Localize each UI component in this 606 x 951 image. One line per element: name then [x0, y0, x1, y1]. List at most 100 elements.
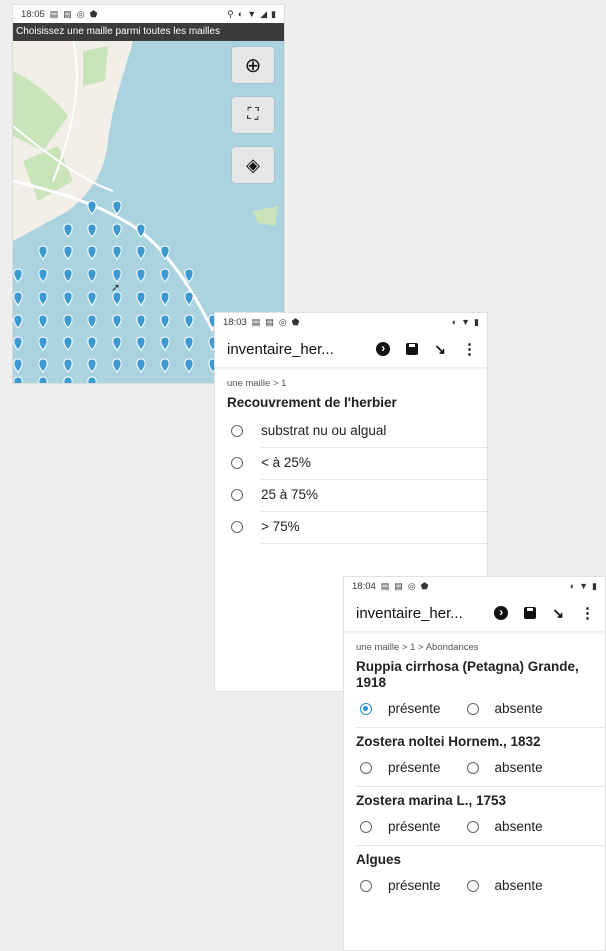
app-bar: inventaire_her... › ↘ ⋮ — [344, 595, 605, 632]
park-area — [83, 46, 108, 86]
overflow-menu-icon[interactable]: ⋮ — [462, 340, 477, 358]
map-marker[interactable] — [38, 376, 48, 383]
battery-icon: ▮ — [474, 316, 479, 327]
option-row[interactable]: > 75% — [215, 511, 487, 544]
radio-button[interactable] — [231, 457, 243, 469]
choice-label-absent: absente — [494, 878, 543, 893]
radio-present[interactable] — [360, 880, 372, 892]
clipboard-icon: ▤ — [394, 580, 403, 591]
question-title: Recouvrement de l'herbier — [227, 395, 397, 410]
option-label: substrat nu ou algual — [261, 415, 487, 448]
choice-label-present: présente — [388, 760, 441, 775]
species-name: Zostera marina L., 1753 — [356, 793, 507, 808]
choice-label-absent: absente — [494, 819, 543, 834]
locate-button[interactable]: ⊕ — [232, 47, 274, 83]
status-time: 18:05 — [21, 8, 45, 20]
jump-arrow-icon[interactable]: ↘ — [552, 605, 564, 622]
choice-label-absent: absente — [494, 760, 543, 775]
radio-present[interactable] — [360, 762, 372, 774]
species-list: Ruppia cirrhosa (Petagna) Grande, 1918 pr… — [344, 653, 605, 900]
radio-present[interactable] — [360, 821, 372, 833]
status-bar: 18:03 ▤ ▤ ◎ ⬟ ◐ ▼ ▮ — [215, 313, 487, 331]
save-icon[interactable] — [524, 607, 537, 619]
option-row[interactable]: substrat nu ou algual — [215, 415, 487, 448]
species-group: Ruppia cirrhosa (Petagna) Grande, 1918 pr… — [344, 653, 605, 723]
overflow-menu-icon[interactable]: ⋮ — [580, 604, 595, 622]
presence-choice-row: présente absente — [344, 695, 605, 723]
species-name: Ruppia cirrhosa (Petagna) Grande, 1918 — [356, 659, 579, 690]
shield-icon: ⬟ — [291, 316, 300, 327]
navigate-button[interactable]: › — [494, 606, 509, 620]
option-label: < à 25% — [261, 447, 487, 480]
presence-choice-row: présente absente — [344, 872, 605, 900]
radio-present[interactable] — [360, 703, 372, 715]
choice-label-present: présente — [388, 878, 441, 893]
option-label: 25 à 75% — [261, 479, 487, 512]
presence-choice-row: présente absente — [344, 754, 605, 782]
choice-label-present: présente — [388, 819, 441, 834]
wifi-icon: ▼ — [247, 8, 257, 19]
fullscreen-button[interactable]: ⛶ — [232, 97, 274, 133]
wifi-icon: ▼ — [461, 316, 471, 327]
sync-icon: ◐ — [237, 8, 244, 19]
option-label: > 75% — [261, 511, 487, 544]
shield-icon: ⬟ — [89, 8, 98, 19]
navigate-button[interactable]: › — [376, 342, 391, 356]
clipboard-icon: ▤ — [265, 316, 274, 327]
wifi-icon: ▼ — [579, 580, 589, 591]
map-marker[interactable] — [87, 376, 97, 383]
status-time: 18:04 — [352, 580, 376, 592]
breadcrumb: une maille > 1 — [227, 378, 287, 389]
layers-icon: ◈ — [246, 154, 260, 175]
layers-button[interactable]: ◈ — [232, 147, 274, 183]
clipboard-icon: ▤ — [49, 8, 59, 19]
species-group: Zostera noltei Hornem., 1832 présente abse… — [344, 727, 605, 782]
sync-icon: ◐ — [569, 580, 576, 591]
radio-absent[interactable] — [466, 821, 479, 833]
battery-icon: ▮ — [592, 580, 597, 591]
jump-arrow-icon[interactable]: ↘ — [434, 341, 446, 358]
battery-icon: ▮ — [271, 8, 276, 19]
option-row[interactable]: < à 25% — [215, 447, 487, 480]
save-icon[interactable] — [406, 343, 419, 355]
option-row[interactable]: 25 à 75% — [215, 479, 487, 512]
location-icon: ⚲ — [227, 8, 234, 19]
shield-icon: ⬟ — [420, 580, 429, 591]
species-group: Algues présente absente — [344, 845, 605, 900]
clipboard-icon: ▤ — [380, 580, 390, 591]
species-name: Algues — [356, 852, 402, 867]
locate-icon: ⊕ — [244, 54, 262, 77]
app-bar: inventaire_her... › ↘ ⋮ — [215, 331, 487, 368]
species-group: Zostera marina L., 1753 présente absente — [344, 786, 605, 841]
status-time: 18:03 — [223, 316, 247, 328]
clipboard-icon: ▤ — [63, 8, 72, 19]
map-title: Choisissez une maille parmi toutes les m… — [13, 23, 284, 41]
map-marker[interactable] — [63, 376, 73, 383]
target-icon: ◎ — [407, 580, 416, 591]
species-name: Zostera noltei Hornem., 1832 — [356, 734, 541, 749]
radio-button[interactable] — [231, 489, 243, 501]
radio-absent[interactable] — [466, 703, 479, 715]
status-bar: 18:05 ▤ ▤ ◎ ⬟ ⚲ ◐ ▼ ◢ ▮ — [13, 5, 284, 23]
radio-absent[interactable] — [466, 762, 479, 774]
app-title: inventaire_her... — [227, 340, 334, 358]
target-icon: ◎ — [76, 8, 85, 19]
presence-choice-row: présente absente — [344, 813, 605, 841]
status-bar: 18:04 ▤ ▤ ◎ ⬟ ◐ ▼ ▮ — [344, 577, 605, 595]
radio-button[interactable] — [231, 521, 243, 533]
app-title: inventaire_her... — [356, 604, 463, 622]
form-screen-abondances: 18:04 ▤ ▤ ◎ ⬟ ◐ ▼ ▮ inventaire_her... › … — [343, 576, 606, 951]
map-marker[interactable] — [13, 376, 23, 383]
clipboard-icon: ▤ — [251, 316, 261, 327]
options-list: substrat nu ou algual < à 25% 25 à 75% >… — [215, 415, 487, 544]
radio-button[interactable] — [231, 425, 243, 437]
target-icon: ◎ — [278, 316, 287, 327]
cursor-icon: ➚ — [111, 282, 120, 294]
choice-label-absent: absente — [494, 701, 543, 716]
signal-icon: ◢ — [260, 8, 268, 19]
radio-absent[interactable] — [466, 880, 479, 892]
fullscreen-icon: ⛶ — [247, 106, 259, 123]
choice-label-present: présente — [388, 701, 441, 716]
breadcrumb: une maille > 1 > Abondances — [356, 642, 479, 653]
sync-icon: ◐ — [451, 316, 458, 327]
